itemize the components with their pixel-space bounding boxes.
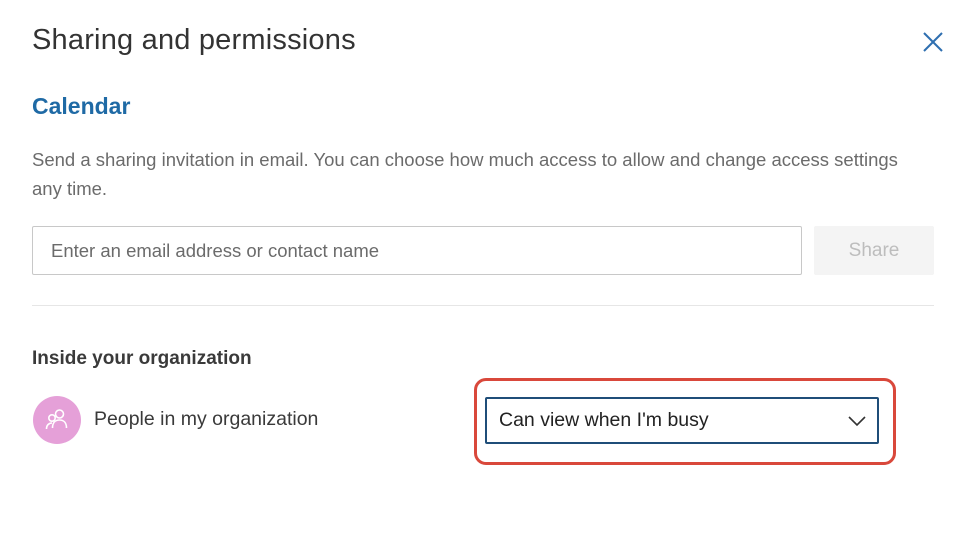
avatar — [33, 396, 81, 444]
people-group-icon — [45, 409, 68, 430]
close-icon — [923, 32, 943, 52]
close-button[interactable] — [918, 27, 948, 57]
sharing-dialog: Sharing and permissions Calendar Send a … — [0, 0, 964, 535]
permission-dropdown[interactable]: Can view when I'm busy — [485, 397, 879, 444]
dialog-title: Sharing and permissions — [32, 24, 356, 56]
calendar-heading: Calendar — [32, 93, 131, 119]
section-divider — [32, 305, 934, 306]
sharing-description: Send a sharing invitation in email. You … — [32, 149, 898, 199]
share-button[interactable]: Share — [814, 226, 934, 275]
email-input[interactable] — [32, 226, 802, 275]
chevron-down-icon — [848, 415, 866, 426]
organization-heading: Inside your organization — [32, 348, 252, 369]
organization-member-name: People in my organization — [94, 408, 319, 430]
permission-value: Can view when I'm busy — [499, 409, 709, 431]
